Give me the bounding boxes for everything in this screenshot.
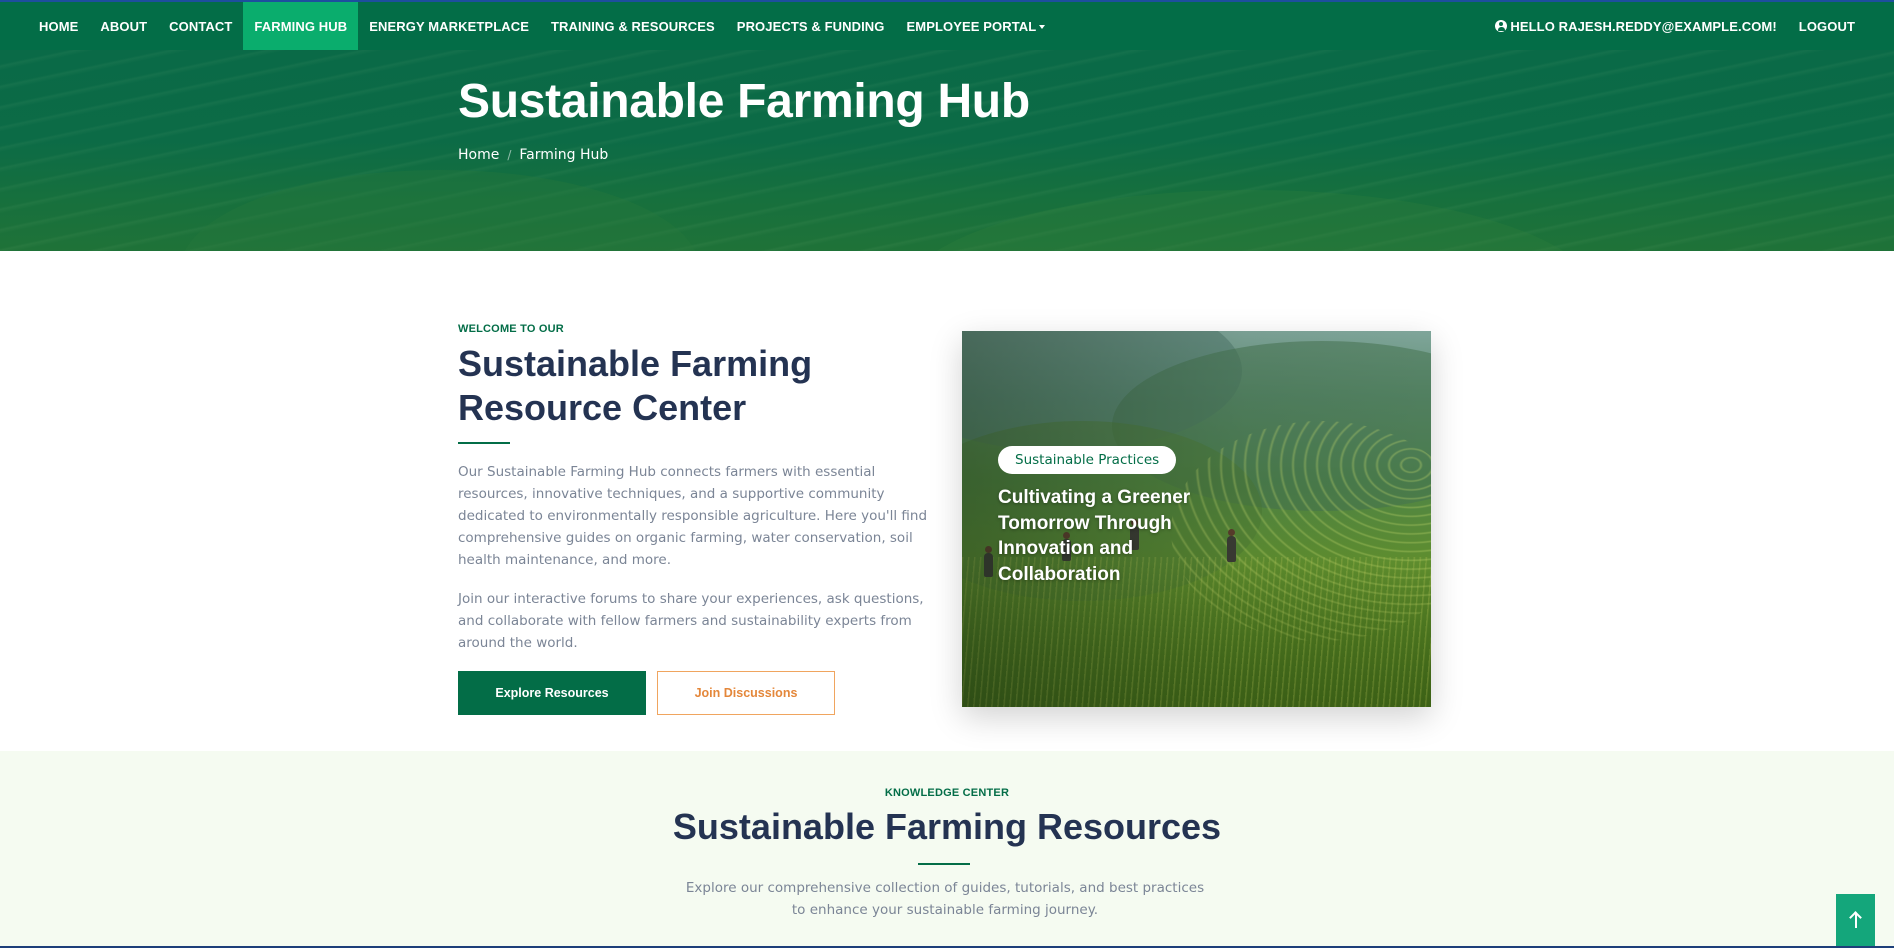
arrow-up-icon xyxy=(1854,914,1857,928)
breadcrumb-current: Farming Hub xyxy=(519,147,609,163)
explore-resources-button[interactable]: Explore Resources xyxy=(458,671,646,715)
feature-caption: Cultivating a Greener Tomorrow Through I… xyxy=(998,487,1191,585)
category-tag: Sustainable Practices xyxy=(998,446,1177,474)
breadcrumb-separator: / xyxy=(507,148,512,162)
knowledge-description: Explore our comprehensive collection of … xyxy=(685,880,1205,918)
welcome-eyebrow: WELCOME TO OUR xyxy=(458,323,564,335)
nav-training-resources[interactable]: TRAINING & RESOURCES xyxy=(540,2,726,50)
nav-employee-portal[interactable]: EMPLOYEE PORTAL xyxy=(896,2,1057,50)
knowledge-eyebrow: KNOWLEDGE CENTER xyxy=(884,787,1010,799)
nav-user-area: HELLO RAJESH.REDDY@EXAMPLE.COM! LOGOUT xyxy=(1484,2,1894,50)
welcome-paragraph: Join our interactive forums to share you… xyxy=(458,591,924,651)
scroll-to-top-button[interactable] xyxy=(1836,894,1875,948)
user-greeting[interactable]: HELLO RAJESH.REDDY@EXAMPLE.COM! xyxy=(1484,2,1787,50)
knowledge-heading: Sustainable Farming Resources xyxy=(672,806,1222,847)
feature-image-card: Sustainable Practices Cultivating a Gree… xyxy=(962,331,1431,707)
nav-projects-funding[interactable]: PROJECTS & FUNDING xyxy=(726,2,896,50)
page-title: Sustainable Farming Hub xyxy=(458,75,1030,128)
nav-energy-marketplace[interactable]: ENERGY MARKETPLACE xyxy=(358,2,540,50)
welcome-heading: Sustainable Farming Resource Center xyxy=(458,343,813,428)
nav-home[interactable]: HOME xyxy=(28,2,89,50)
join-discussions-button[interactable]: Join Discussions xyxy=(657,671,835,715)
welcome-paragraph: Our Sustainable Farming Hub connects far… xyxy=(458,464,928,568)
nav-contact[interactable]: CONTACT xyxy=(158,2,243,50)
nav-about[interactable]: ABOUT xyxy=(89,2,158,50)
breadcrumb-home[interactable]: Home xyxy=(458,147,499,163)
main-navbar: HOME ABOUT CONTACT FARMING HUB ENERGY MA… xyxy=(0,2,1894,50)
nav-links: HOME ABOUT CONTACT FARMING HUB ENERGY MA… xyxy=(0,2,1056,50)
heading-divider xyxy=(918,863,970,865)
user-greeting-label: HELLO RAJESH.REDDY@EXAMPLE.COM! xyxy=(1510,18,1777,34)
caret-down-icon xyxy=(1039,24,1046,29)
heading-divider xyxy=(458,442,510,444)
nav-employee-portal-label: EMPLOYEE PORTAL xyxy=(906,18,1037,34)
page-hero: Sustainable Farming Hub Home / Farming H… xyxy=(0,50,1894,251)
breadcrumb: Home / Farming Hub xyxy=(458,147,608,163)
logout-link[interactable]: LOGOUT xyxy=(1788,2,1866,50)
user-circle-icon xyxy=(1495,20,1508,32)
nav-farming-hub[interactable]: FARMING HUB xyxy=(243,2,359,50)
